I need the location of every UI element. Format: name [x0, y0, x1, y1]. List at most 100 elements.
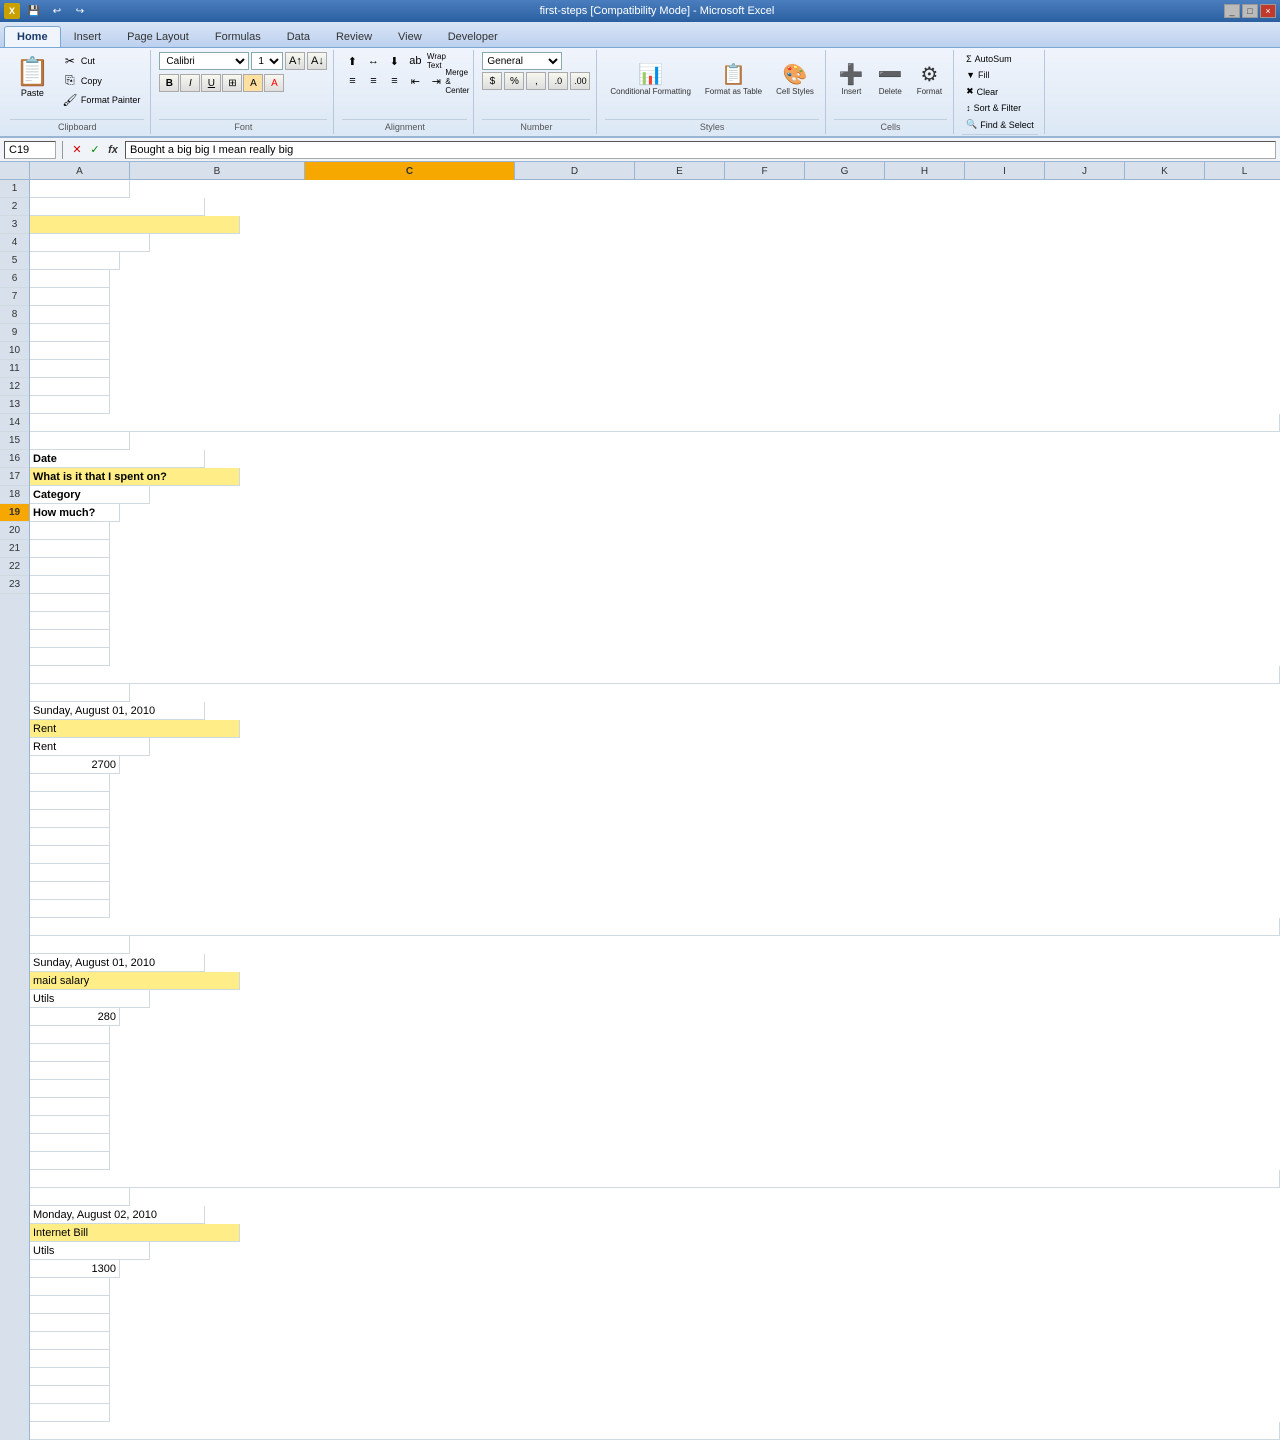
- find-select-btn[interactable]: 🔍 Find & Select: [962, 117, 1038, 132]
- cell-G3[interactable]: [30, 792, 110, 810]
- col-header-D[interactable]: D: [515, 162, 635, 180]
- cell-K1[interactable]: [30, 360, 110, 378]
- cell-F2[interactable]: [30, 522, 110, 540]
- cell-F5[interactable]: [30, 1278, 110, 1296]
- cell-C2[interactable]: What is it that I spent on?: [30, 468, 240, 486]
- cell-reference-box[interactable]: C19: [4, 141, 56, 159]
- cell-N2[interactable]: [30, 666, 1280, 684]
- cell-I1[interactable]: [30, 324, 110, 342]
- cell-M4[interactable]: [30, 1152, 110, 1170]
- tab-formulas[interactable]: Formulas: [202, 26, 274, 47]
- cell-I3[interactable]: [30, 828, 110, 846]
- cell-N1[interactable]: [30, 414, 1280, 432]
- format-as-table-btn[interactable]: 📋 Format as Table: [700, 52, 767, 110]
- col-header-K[interactable]: K: [1125, 162, 1205, 180]
- cell-A1[interactable]: [30, 180, 130, 198]
- quick-save-btn[interactable]: 💾: [24, 2, 44, 20]
- cell-D4[interactable]: Utils: [30, 990, 150, 1008]
- align-center-btn[interactable]: ≡: [363, 72, 383, 90]
- font-color-button[interactable]: A: [264, 74, 284, 92]
- cell-B1[interactable]: [30, 198, 205, 216]
- text-angle-btn[interactable]: ab: [405, 52, 425, 70]
- cell-F3[interactable]: [30, 774, 110, 792]
- cell-C4[interactable]: maid salary: [30, 972, 240, 990]
- row-num-1[interactable]: 1: [0, 180, 29, 198]
- row-num-22[interactable]: 22: [0, 558, 29, 576]
- col-header-C[interactable]: C: [305, 162, 515, 180]
- cell-L1[interactable]: [30, 378, 110, 396]
- cancel-icon[interactable]: ✕: [69, 142, 85, 158]
- italic-button[interactable]: I: [180, 74, 200, 92]
- underline-button[interactable]: U: [201, 74, 221, 92]
- comma-btn[interactable]: ,: [526, 72, 546, 90]
- copy-button[interactable]: ⎘ Copy: [58, 71, 145, 90]
- autosum-btn[interactable]: Σ AutoSum: [962, 52, 1016, 66]
- sort-filter-btn[interactable]: ↕ Sort & Filter: [962, 101, 1025, 115]
- decrease-font-btn[interactable]: A↓: [307, 52, 327, 70]
- conditional-formatting-btn[interactable]: 📊 Conditional Formatting: [605, 52, 695, 110]
- row-num-7[interactable]: 7: [0, 288, 29, 306]
- cell-D1[interactable]: [30, 234, 150, 252]
- cell-J3[interactable]: [30, 846, 110, 864]
- align-top-btn[interactable]: ⬆: [342, 52, 362, 70]
- cell-A4[interactable]: [30, 936, 130, 954]
- cell-G4[interactable]: [30, 1044, 110, 1062]
- wrap-text-btn[interactable]: Wrap Text: [426, 52, 446, 70]
- decrease-indent-btn[interactable]: ⇤: [405, 72, 425, 90]
- cell-M2[interactable]: [30, 648, 110, 666]
- cell-C1[interactable]: [30, 216, 240, 234]
- row-num-8[interactable]: 8: [0, 306, 29, 324]
- row-num-14[interactable]: 14: [0, 414, 29, 432]
- function-icon[interactable]: fx: [105, 142, 121, 158]
- cell-J4[interactable]: [30, 1098, 110, 1116]
- cell-B2[interactable]: Date: [30, 450, 205, 468]
- cell-H5[interactable]: [30, 1314, 110, 1332]
- row-num-5[interactable]: 5: [0, 252, 29, 270]
- cell-A2[interactable]: [30, 432, 130, 450]
- tab-home[interactable]: Home: [4, 26, 61, 47]
- insert-btn[interactable]: ➕ Insert: [834, 52, 869, 110]
- font-size-select[interactable]: 11: [251, 52, 283, 70]
- col-header-E[interactable]: E: [635, 162, 725, 180]
- cell-E2[interactable]: How much?: [30, 504, 120, 522]
- cell-E5[interactable]: 1300: [30, 1260, 120, 1278]
- col-header-A[interactable]: A: [30, 162, 130, 180]
- col-header-J[interactable]: J: [1045, 162, 1125, 180]
- row-num-2[interactable]: 2: [0, 198, 29, 216]
- row-num-19[interactable]: 19: [0, 504, 29, 522]
- row-num-23[interactable]: 23: [0, 576, 29, 594]
- cell-L2[interactable]: [30, 630, 110, 648]
- close-btn[interactable]: ×: [1260, 4, 1276, 18]
- align-left-btn[interactable]: ≡: [342, 72, 362, 90]
- cell-L4[interactable]: [30, 1134, 110, 1152]
- tab-data[interactable]: Data: [274, 26, 323, 47]
- row-num-10[interactable]: 10: [0, 342, 29, 360]
- cell-B4[interactable]: Sunday, August 01, 2010: [30, 954, 205, 972]
- row-num-21[interactable]: 21: [0, 540, 29, 558]
- merge-center-btn[interactable]: Merge & Center: [447, 72, 467, 90]
- cell-B5[interactable]: Monday, August 02, 2010: [30, 1206, 205, 1224]
- cell-C5[interactable]: Internet Bill: [30, 1224, 240, 1242]
- minimize-btn[interactable]: _: [1224, 4, 1240, 18]
- row-num-15[interactable]: 15: [0, 432, 29, 450]
- cell-A3[interactable]: [30, 684, 130, 702]
- row-num-12[interactable]: 12: [0, 378, 29, 396]
- cell-K2[interactable]: [30, 612, 110, 630]
- cell-J1[interactable]: [30, 342, 110, 360]
- row-num-16[interactable]: 16: [0, 450, 29, 468]
- col-header-G[interactable]: G: [805, 162, 885, 180]
- fill-color-button[interactable]: A: [243, 74, 263, 92]
- cell-J2[interactable]: [30, 594, 110, 612]
- cell-H2[interactable]: [30, 558, 110, 576]
- tab-page-layout[interactable]: Page Layout: [114, 26, 202, 47]
- cell-styles-btn[interactable]: 🎨 Cell Styles: [771, 52, 819, 110]
- cell-G5[interactable]: [30, 1296, 110, 1314]
- format-painter-button[interactable]: 🖌 Format Painter: [58, 91, 145, 109]
- number-format-select[interactable]: General: [482, 52, 562, 70]
- fill-btn[interactable]: ▼ Fill: [962, 68, 993, 82]
- quick-undo-btn[interactable]: ↩: [47, 2, 67, 20]
- cell-L3[interactable]: [30, 882, 110, 900]
- corner-cell[interactable]: [0, 162, 30, 179]
- decrease-decimal-btn[interactable]: .0: [548, 72, 568, 90]
- cell-K3[interactable]: [30, 864, 110, 882]
